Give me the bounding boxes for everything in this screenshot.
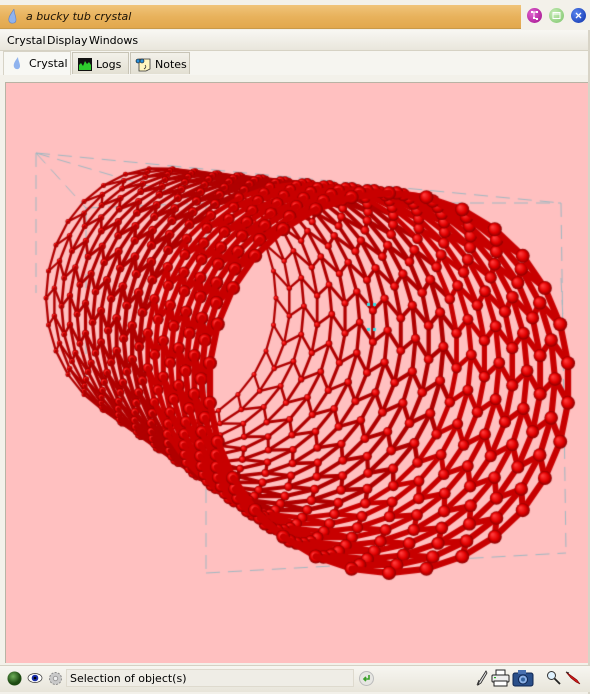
graph-button[interactable] bbox=[527, 8, 542, 23]
pen-icon[interactable] bbox=[476, 670, 488, 686]
crystal-3d-viewport[interactable] bbox=[5, 82, 588, 663]
gear-icon[interactable] bbox=[47, 670, 64, 687]
crystal-drop-icon bbox=[13, 57, 20, 70]
camera-icon[interactable] bbox=[512, 669, 534, 687]
menu-display[interactable]: Display bbox=[47, 34, 88, 47]
window-icon bbox=[552, 12, 561, 19]
menu-bar: Crystal Display Windows bbox=[0, 30, 588, 51]
crystal-window: a bucky tub crystal Crystal Display Wind… bbox=[0, 0, 590, 694]
window-title: a bucky tub crystal bbox=[26, 10, 132, 23]
status-bar: Selection of object(s) bbox=[0, 665, 590, 692]
marker-icon[interactable] bbox=[565, 670, 582, 685]
print-icon[interactable] bbox=[491, 669, 510, 687]
tab-label: Crystal bbox=[29, 57, 68, 70]
close-button[interactable] bbox=[571, 8, 586, 23]
tab-label: Logs bbox=[96, 58, 122, 71]
menu-crystal[interactable]: Crystal bbox=[7, 34, 46, 47]
maximize-button[interactable] bbox=[549, 8, 564, 23]
tab-crystal[interactable]: Crystal bbox=[3, 51, 71, 75]
tab-bar: Crystal Logs Notes bbox=[0, 51, 590, 75]
enter-icon[interactable] bbox=[359, 671, 374, 686]
eye-icon[interactable] bbox=[27, 671, 43, 685]
tab-label: Notes bbox=[155, 58, 187, 71]
status-light-icon[interactable] bbox=[7, 671, 22, 686]
status-message: Selection of object(s) bbox=[70, 672, 187, 685]
tab-notes[interactable]: Notes bbox=[130, 52, 190, 74]
nanotube-render[interactable] bbox=[6, 83, 588, 663]
status-message-field: Selection of object(s) bbox=[66, 669, 354, 687]
menu-windows[interactable]: Windows bbox=[89, 34, 138, 47]
graph-nodes-icon bbox=[531, 11, 538, 20]
log-chart-icon bbox=[78, 58, 92, 71]
title-bar[interactable]: a bucky tub crystal bbox=[0, 5, 521, 29]
magnifier-icon[interactable] bbox=[546, 670, 561, 685]
crystal-drop-icon bbox=[8, 9, 17, 24]
notes-icon bbox=[135, 58, 151, 72]
close-icon bbox=[575, 12, 582, 19]
tab-logs[interactable]: Logs bbox=[72, 52, 129, 74]
